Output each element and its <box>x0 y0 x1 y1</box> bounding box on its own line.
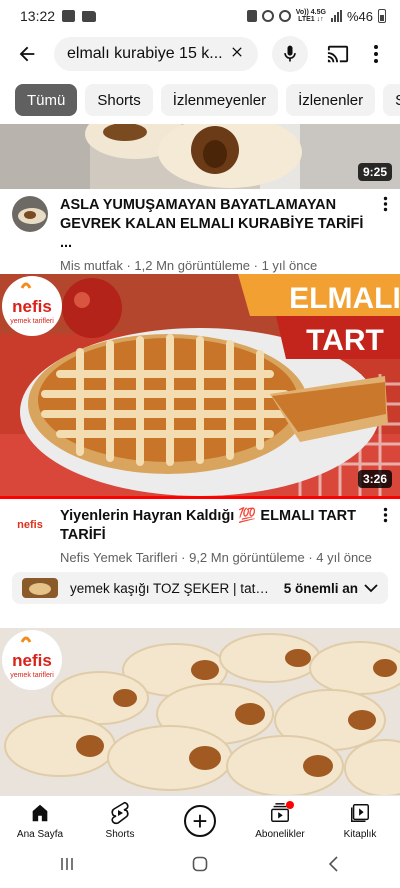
chip-watched[interactable]: İzlenenler <box>286 84 376 116</box>
bottom-navigation: Ana Sayfa Shorts + Abonelikler Kitaplık <box>0 795 400 845</box>
back-nav-button[interactable] <box>303 855 363 878</box>
recents-button[interactable] <box>37 855 97 878</box>
status-bar: 13:22 Vo)) 4.5G LTE1 ↓↑ %46 <box>0 0 400 32</box>
channel-avatar[interactable] <box>12 196 48 232</box>
home-circle-icon <box>192 856 208 872</box>
nav-home-label: Ana Sayfa <box>16 829 64 840</box>
nav-create[interactable]: + <box>160 804 240 837</box>
avatar-image <box>12 196 48 232</box>
video-subtitle: Nefis Yemek Tarifleri · 9,2 Mn görüntüle… <box>60 550 372 565</box>
close-icon <box>232 46 242 57</box>
battery-icon <box>378 9 386 23</box>
notification-dot <box>286 801 294 809</box>
alarm-icon <box>261 10 274 22</box>
watch-progress-bar <box>0 496 400 499</box>
nav-subscriptions[interactable]: Abonelikler <box>240 801 320 840</box>
back-button[interactable] <box>0 32 54 76</box>
battery-percent: %46 <box>346 8 373 24</box>
chip-unwatched[interactable]: İzlenmeyenler <box>160 84 279 116</box>
more-vertical-icon <box>383 196 388 212</box>
arrow-left-icon <box>19 46 35 62</box>
more-vertical-icon <box>383 507 388 523</box>
nav-subscriptions-label: Abonelikler <box>255 829 305 840</box>
chip-shorts[interactable]: Shorts <box>85 84 153 116</box>
key-moments-bar[interactable]: yemek kaşığı TOZ ŞEKER | tatlı... 5 önem… <box>12 572 388 604</box>
create-icon: + <box>184 804 216 837</box>
home-icon <box>32 804 48 822</box>
status-time: 13:22 <box>20 8 56 24</box>
search-query: elmalı kurabiye 15 k... <box>67 45 223 62</box>
thumb-logo-subtext: yemek tarifleri <box>10 672 54 679</box>
moment-text: yemek kaşığı TOZ ŞEKER | tatlı... <box>70 580 272 596</box>
lock-icon <box>246 10 257 22</box>
video-thumbnail[interactable]: ELMALI TART nefis yemek tarifleri 3:26 <box>0 274 400 496</box>
thumb-logo-text: nefis <box>12 297 52 316</box>
video-duration: 9:25 <box>357 163 392 181</box>
video-options-button[interactable] <box>372 196 388 273</box>
video-options-button[interactable] <box>372 507 388 565</box>
chip-all[interactable]: Tümü <box>15 84 78 116</box>
nav-library-label: Kitaplık <box>343 829 377 840</box>
home-button[interactable] <box>170 855 230 878</box>
thumb-logo-text: nefis <box>12 651 52 670</box>
video-title[interactable]: Yiyenlerin Hayran Kaldığı 💯 ELMALI TART … <box>60 507 372 545</box>
video-duration: 3:26 <box>357 470 392 488</box>
cast-button[interactable] <box>322 38 354 70</box>
search-header: elmalı kurabiye 15 k... <box>0 32 400 76</box>
channel-avatar[interactable]: nefis <box>12 507 48 543</box>
cast-icon <box>327 45 349 63</box>
filter-chips: Tümü Shorts İzlenmeyenler İzlenenler Si <box>15 84 400 116</box>
moment-thumbnail <box>22 578 58 598</box>
video-title[interactable]: ASLA YUMUŞAMAYAN BAYATLAMAYAN GEVREK KAL… <box>60 196 372 253</box>
search-input[interactable]: elmalı kurabiye 15 k... <box>54 37 258 71</box>
nav-shorts[interactable]: Shorts <box>80 801 160 840</box>
network-indicator: Vo)) 4.5G LTE1 ↓↑ <box>295 9 326 23</box>
library-icon <box>351 804 369 822</box>
moment-count: 5 önemli an <box>283 580 358 596</box>
more-vertical-icon <box>374 45 378 63</box>
folder-icon <box>82 10 97 22</box>
nav-library[interactable]: Kitaplık <box>320 801 400 840</box>
thumbnail-image <box>0 124 400 189</box>
clear-search-button[interactable] <box>226 43 248 66</box>
recents-icon <box>60 858 73 870</box>
microphone-icon <box>284 45 296 62</box>
thumbnail-image: ELMALI TART nefis yemek tarifleri <box>0 274 400 496</box>
video-meta: nefis Yiyenlerin Hayran Kaldığı 💯 ELMALI… <box>0 507 400 565</box>
gallery-icon <box>62 10 76 22</box>
more-options-button[interactable] <box>364 38 388 70</box>
nav-shorts-label: Shorts <box>105 829 135 840</box>
video-thumbnail[interactable]: nefis yemek tarifleri <box>0 628 400 795</box>
video-meta: ASLA YUMUŞAMAYAN BAYATLAMAYAN GEVREK KAL… <box>0 196 400 273</box>
chip-partial[interactable]: Si <box>383 84 400 116</box>
back-chevron-icon <box>329 856 338 872</box>
video-thumbnail[interactable]: 9:25 <box>0 124 400 189</box>
mute-icon <box>278 10 291 22</box>
chevron-down-icon <box>364 581 378 596</box>
thumb-banner-top: ELMALI <box>289 282 400 315</box>
voice-search-button[interactable] <box>272 36 308 72</box>
thumb-logo-subtext: yemek tarifleri <box>10 318 54 325</box>
shorts-icon <box>111 801 129 825</box>
signal-icon <box>330 10 342 22</box>
nav-home[interactable]: Ana Sayfa <box>0 801 80 840</box>
avatar-logo-text: nefis <box>17 519 43 531</box>
thumbnail-image: nefis yemek tarifleri <box>0 628 400 795</box>
thumb-banner-bottom: TART <box>306 324 384 357</box>
video-subtitle: Mis mutfak · 1,2 Mn görüntüleme · 1 yıl … <box>60 258 318 273</box>
system-navigation <box>0 845 400 888</box>
